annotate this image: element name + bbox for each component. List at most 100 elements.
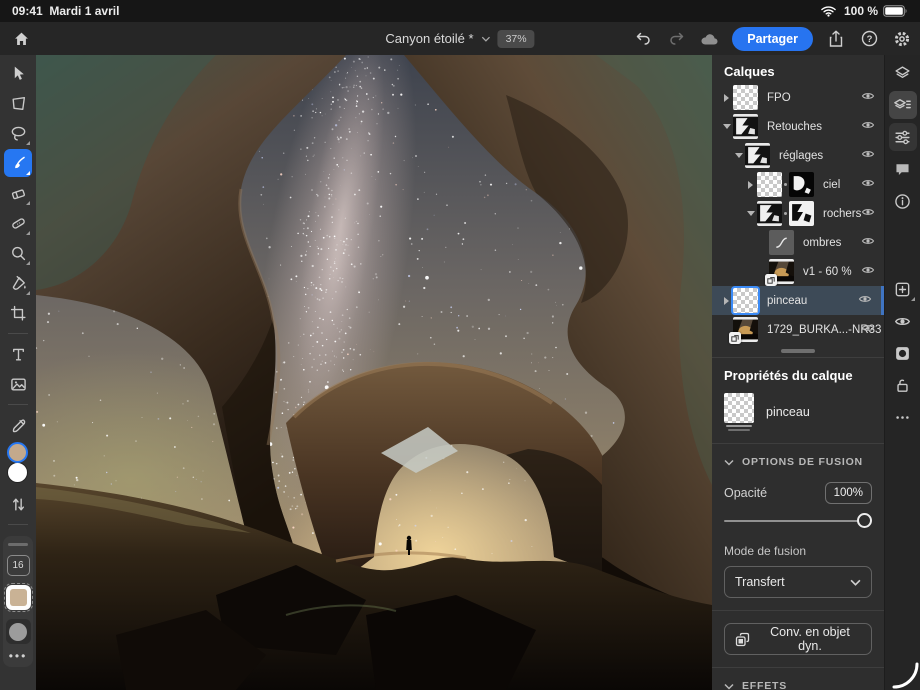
layer-row-rochers[interactable]: rochers bbox=[712, 199, 884, 228]
layer-visibility-eye[interactable] bbox=[861, 147, 875, 165]
move-tool[interactable] bbox=[4, 59, 32, 87]
background-color-chip[interactable] bbox=[7, 462, 28, 483]
magnifier-tool[interactable] bbox=[4, 239, 32, 267]
layer-mask-thumbnail[interactable] bbox=[789, 172, 814, 197]
visibility-icon[interactable] bbox=[889, 307, 917, 335]
info-icon[interactable] bbox=[889, 187, 917, 215]
layer-visibility-eye[interactable] bbox=[861, 321, 875, 339]
layer-row-fpo[interactable]: FPO bbox=[712, 83, 884, 112]
share-button[interactable]: Partager bbox=[732, 27, 813, 51]
layer-thumbnail[interactable] bbox=[733, 85, 758, 110]
blend-mode-select[interactable]: Transfert bbox=[724, 566, 872, 598]
layer-visibility-eye[interactable] bbox=[858, 292, 872, 310]
layer-expander[interactable] bbox=[720, 124, 733, 129]
mask-link-dot bbox=[784, 183, 787, 186]
layer-expander[interactable] bbox=[744, 211, 757, 216]
chevron-down-icon bbox=[481, 29, 491, 49]
layer-detail-icon[interactable] bbox=[889, 91, 917, 119]
settings-gear-icon[interactable] bbox=[892, 29, 912, 49]
redo-button[interactable] bbox=[666, 29, 686, 49]
layer-thumbnail[interactable] bbox=[733, 288, 758, 313]
panel-resize-handle[interactable] bbox=[781, 349, 815, 353]
brush-tool[interactable] bbox=[4, 149, 32, 177]
place-image-tool[interactable] bbox=[4, 370, 32, 398]
export-icon[interactable] bbox=[826, 29, 846, 49]
layer-thumbnail[interactable] bbox=[757, 201, 782, 226]
layer-thumbnail[interactable] bbox=[733, 114, 758, 139]
layer-expander[interactable] bbox=[732, 153, 745, 158]
layer-row-v1-60-[interactable]: v1 - 60 % bbox=[712, 257, 884, 286]
cloud-sync-icon[interactable] bbox=[699, 29, 719, 49]
blend-mode-value: Transfert bbox=[735, 575, 785, 589]
adjustments-icon[interactable] bbox=[889, 123, 917, 151]
swap-colors-button[interactable] bbox=[4, 490, 32, 518]
transform-tool[interactable] bbox=[4, 89, 32, 117]
fill-tool[interactable] bbox=[4, 269, 32, 297]
layer-visibility-eye[interactable] bbox=[861, 118, 875, 136]
add-layer-icon[interactable] bbox=[889, 275, 917, 303]
opacity-slider[interactable] bbox=[724, 512, 872, 530]
help-icon[interactable]: ? bbox=[859, 29, 879, 49]
type-tool[interactable] bbox=[4, 340, 32, 368]
layer-properties-panel: Propriétés du calque pinceau OPTIONS DE … bbox=[712, 358, 884, 690]
opacity-label: Opacité bbox=[724, 486, 767, 500]
canvas-document[interactable] bbox=[36, 55, 712, 690]
effects-section-header[interactable]: EFFETS bbox=[724, 680, 872, 690]
brush-color-swatch[interactable] bbox=[6, 585, 31, 610]
eraser-tool[interactable] bbox=[4, 179, 32, 207]
home-button[interactable] bbox=[9, 27, 33, 51]
opacity-slider-knob[interactable] bbox=[857, 513, 872, 528]
layer-thumbnail[interactable] bbox=[757, 172, 782, 197]
layer-mask-thumbnail[interactable] bbox=[789, 201, 814, 226]
more-options-button[interactable]: ••• bbox=[9, 653, 28, 659]
color-chips[interactable] bbox=[5, 442, 31, 487]
eyedropper-tool[interactable] bbox=[4, 411, 32, 439]
brush-shape-preview[interactable] bbox=[6, 619, 31, 644]
zoom-level-badge[interactable]: 37% bbox=[498, 30, 535, 48]
layers-panel: Calques FPORetouchesréglagescielrocherso… bbox=[712, 55, 884, 690]
layer-row-1729-burka-nr33[interactable]: 1729_BURKA...-NR33 bbox=[712, 315, 884, 344]
ipad-status-bar: 09:41 Mardi 1 avril 100 % bbox=[0, 0, 920, 22]
properties-layer-name: pinceau bbox=[766, 405, 810, 419]
layer-list: FPORetouchesréglagescielrochersombres v1 … bbox=[712, 83, 884, 344]
more-icon[interactable] bbox=[889, 403, 917, 431]
chevron-down-icon bbox=[850, 579, 861, 586]
document-title: Canyon étoilé * bbox=[385, 31, 473, 46]
layer-thumbnail[interactable] bbox=[769, 259, 794, 284]
layer-name: v1 - 60 % bbox=[803, 266, 852, 278]
status-date: Mardi 1 avril bbox=[49, 4, 119, 18]
layer-expander[interactable] bbox=[720, 297, 733, 305]
layer-visibility-eye[interactable] bbox=[861, 176, 875, 194]
blend-options-section-header[interactable]: OPTIONS DE FUSION bbox=[724, 456, 872, 468]
layer-visibility-eye[interactable] bbox=[861, 234, 875, 252]
layer-thumbnail[interactable] bbox=[769, 230, 794, 255]
lock-icon[interactable] bbox=[889, 371, 917, 399]
lasso-tool[interactable] bbox=[4, 119, 32, 147]
layer-expander[interactable] bbox=[720, 94, 733, 102]
document-title-menu[interactable]: Canyon étoilé * 37% bbox=[385, 22, 534, 55]
layer-row-retouches[interactable]: Retouches bbox=[712, 112, 884, 141]
layer-row-pinceau[interactable]: pinceau bbox=[712, 286, 884, 315]
layer-row-r-glages[interactable]: réglages bbox=[712, 141, 884, 170]
layer-expander[interactable] bbox=[744, 181, 757, 189]
foreground-color-chip[interactable] bbox=[7, 442, 28, 463]
layer-thumbnail[interactable] bbox=[745, 143, 770, 168]
layer-visibility-eye[interactable] bbox=[861, 89, 875, 107]
layer-visibility-eye[interactable] bbox=[861, 205, 875, 223]
layer-row-ombres[interactable]: ombres bbox=[712, 228, 884, 257]
layers-icon[interactable] bbox=[889, 59, 917, 87]
comment-icon[interactable] bbox=[889, 155, 917, 183]
healing-tool[interactable] bbox=[4, 209, 32, 237]
battery-percent: 100 % bbox=[844, 4, 878, 18]
brush-size-field[interactable]: 16 bbox=[7, 555, 30, 576]
convert-smart-object-button[interactable]: Conv. en objet dyn. bbox=[724, 623, 872, 655]
mask-icon[interactable] bbox=[889, 339, 917, 367]
layer-thumbnail[interactable] bbox=[733, 317, 758, 342]
layer-row-ciel[interactable]: ciel bbox=[712, 170, 884, 199]
options-drag-handle[interactable] bbox=[8, 543, 28, 546]
smart-object-icon bbox=[735, 632, 750, 647]
layer-visibility-eye[interactable] bbox=[861, 263, 875, 281]
crop-tool[interactable] bbox=[4, 299, 32, 327]
undo-button[interactable] bbox=[633, 29, 653, 49]
opacity-value-field[interactable]: 100% bbox=[825, 482, 872, 504]
